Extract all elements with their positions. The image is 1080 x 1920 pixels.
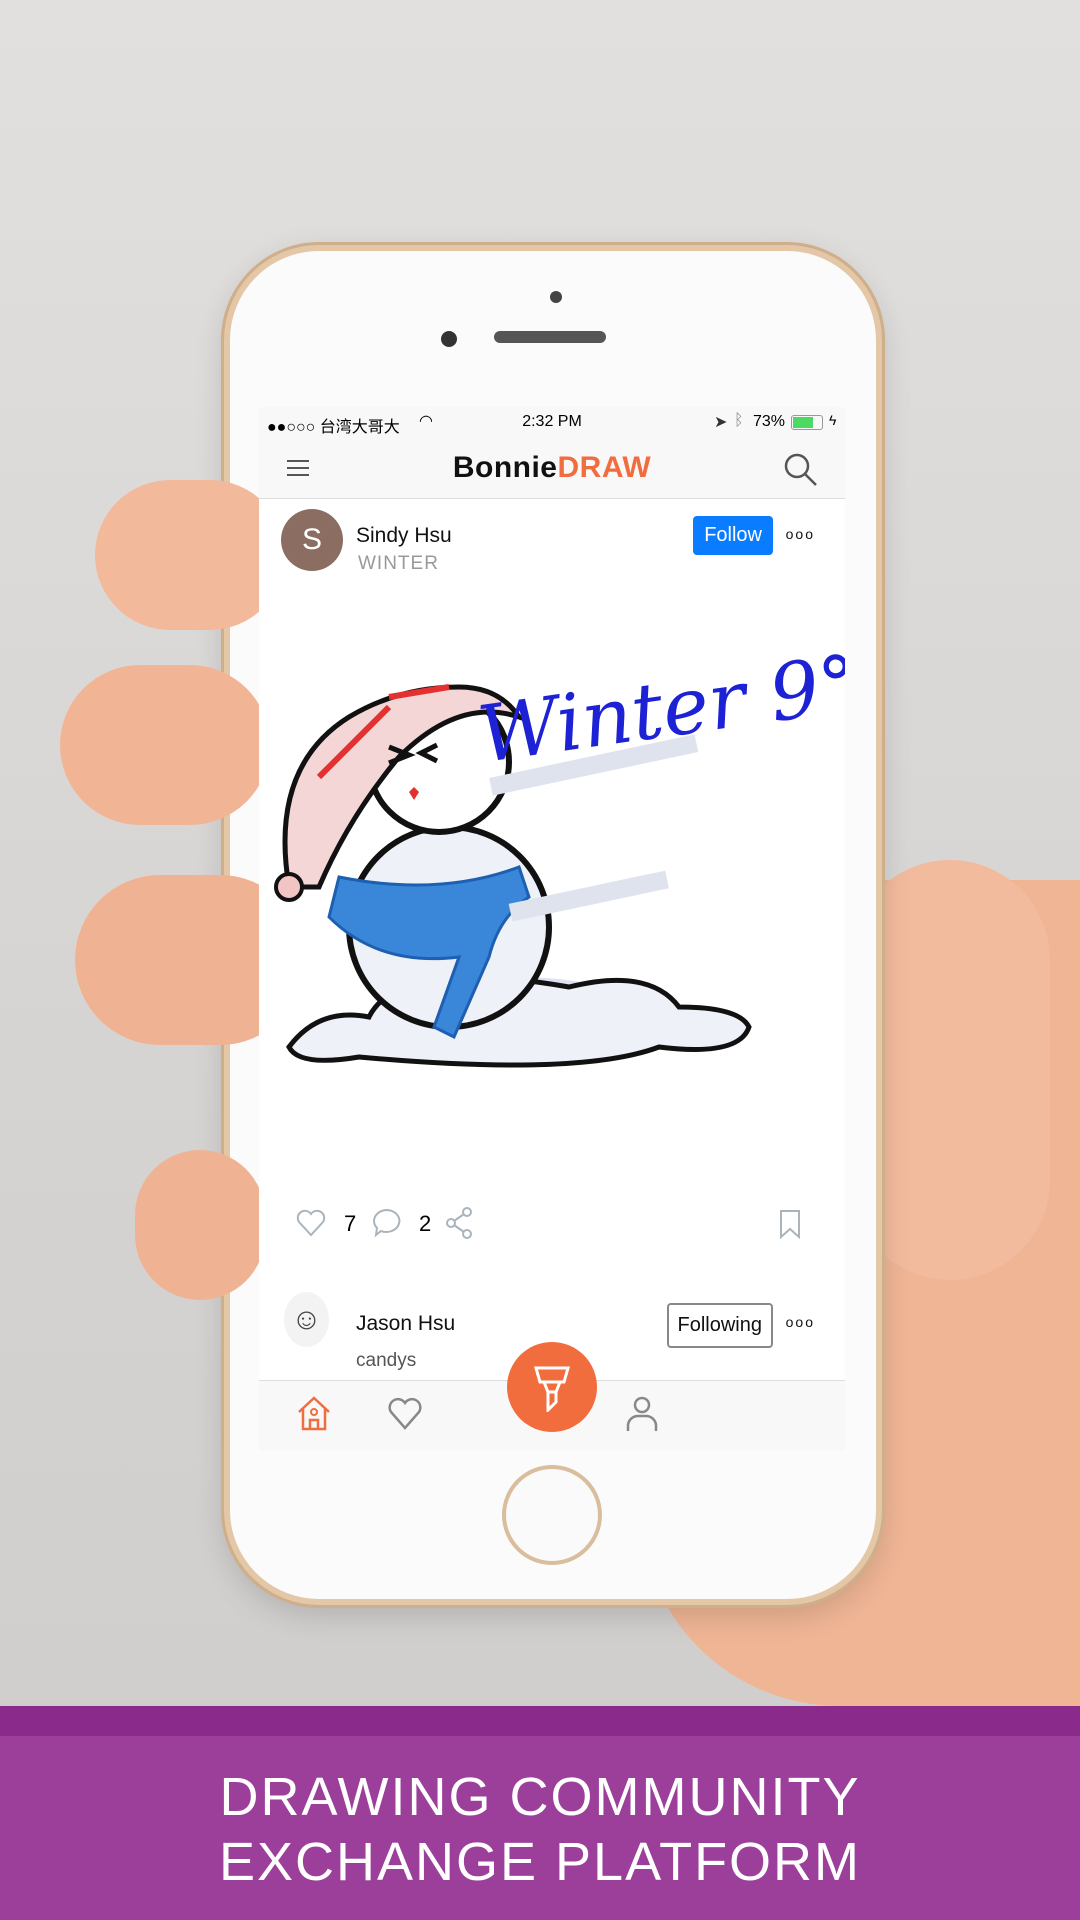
create-drawing-button[interactable] [507,1342,597,1432]
more-options-icon[interactable]: ooo [786,526,815,542]
battery-icon [791,415,823,430]
post-title: WINTER [358,553,439,574]
post-header: S Sindy Hsu WINTER Follow ooo [259,499,845,581]
earpiece [494,331,606,343]
app-screen: ●●○○○ 台湾大哥大 ◠ 2:32 PM ➤ ᛒ 73% ϟ BonnieDR… [259,407,845,1450]
follow-button[interactable]: Follow [693,516,773,555]
comment-icon[interactable] [371,1207,403,1239]
battery-percent: 73% [753,413,786,430]
finger [135,1150,265,1300]
banner-line-2: EXCHANGE PLATFORM [218,1832,862,1892]
status-bar: ●●○○○ 台湾大哥大 ◠ 2:32 PM ➤ ᛒ 73% ϟ [259,407,845,437]
share-icon[interactable] [445,1207,473,1239]
charging-icon: ϟ [829,412,837,428]
app-logo: BonnieDRAW [452,451,652,484]
author-name[interactable]: Sindy Hsu [356,524,452,548]
following-button[interactable]: Following [666,1303,773,1348]
profile-icon[interactable] [625,1395,659,1433]
app-header: BonnieDRAW [259,437,845,499]
avatar[interactable]: S [281,509,343,571]
post-title: candys [356,1350,417,1371]
proximity-sensor [550,291,562,303]
finger [95,480,285,630]
home-icon[interactable] [297,1395,331,1431]
home-button[interactable] [502,1465,602,1565]
like-icon[interactable] [296,1209,326,1237]
promo-banner: DRAWING COMMUNITY EXCHANGE PLATFORM [0,1706,1080,1920]
location-icon: ➤ [714,414,728,431]
post-actions: 7 2 [259,1197,845,1247]
front-camera [441,331,457,347]
bluetooth-icon: ᛒ [734,412,744,429]
avatar[interactable]: ☺ [284,1292,329,1347]
comment-count: 2 [419,1211,432,1236]
search-icon[interactable] [784,453,818,487]
finger [60,665,270,825]
brush-icon [534,1366,570,1412]
drawing-artwork[interactable]: Winter 9°c [259,607,845,1127]
bookmark-icon[interactable] [779,1209,801,1239]
more-options-icon[interactable]: ooo [786,1314,815,1330]
author-name[interactable]: Jason Hsu [356,1312,455,1336]
banner-line-1: DRAWING COMMUNITY [219,1767,861,1827]
like-count: 7 [344,1211,357,1236]
favorites-icon[interactable] [387,1397,423,1431]
